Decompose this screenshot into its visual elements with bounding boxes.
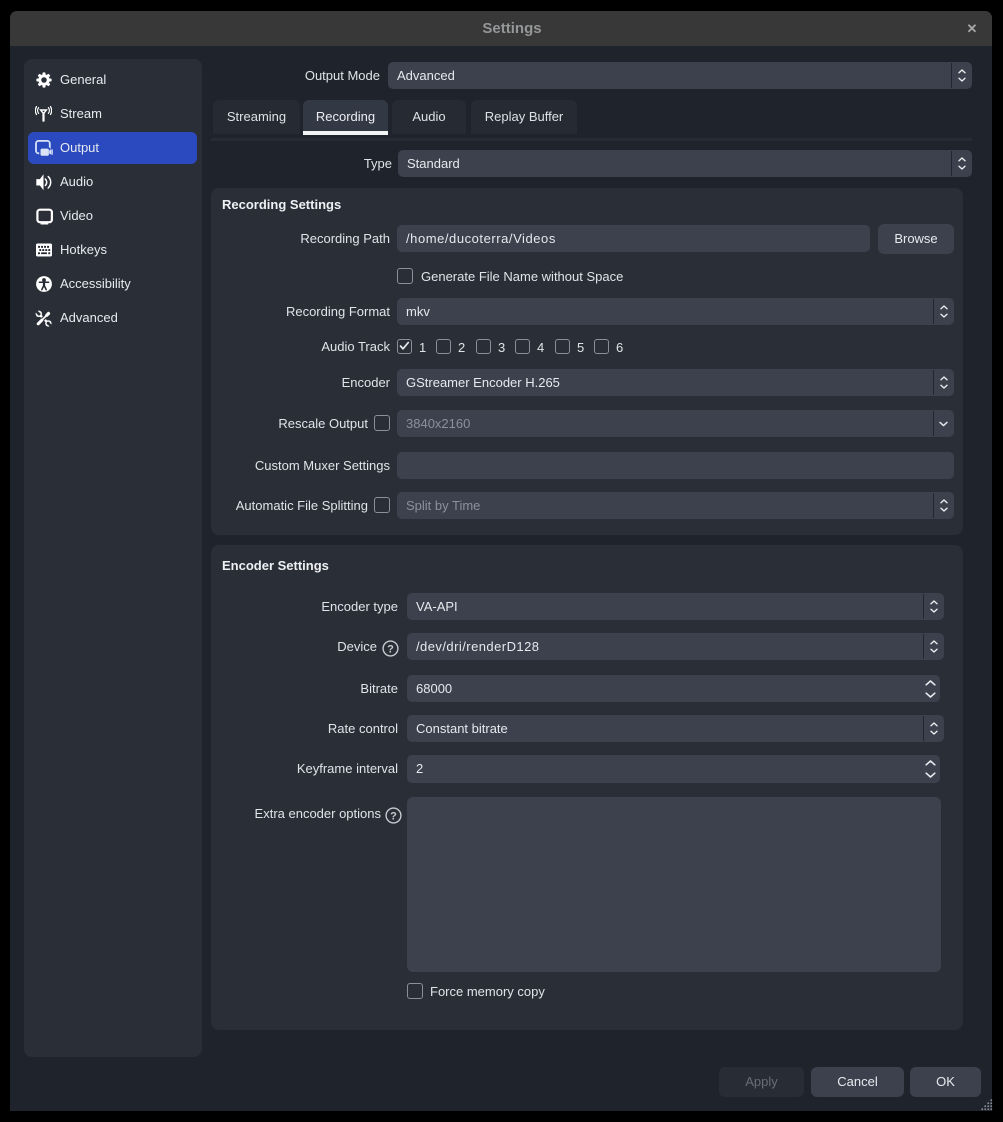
svg-text:?: ?	[387, 643, 394, 655]
svg-text:?: ?	[390, 810, 397, 822]
